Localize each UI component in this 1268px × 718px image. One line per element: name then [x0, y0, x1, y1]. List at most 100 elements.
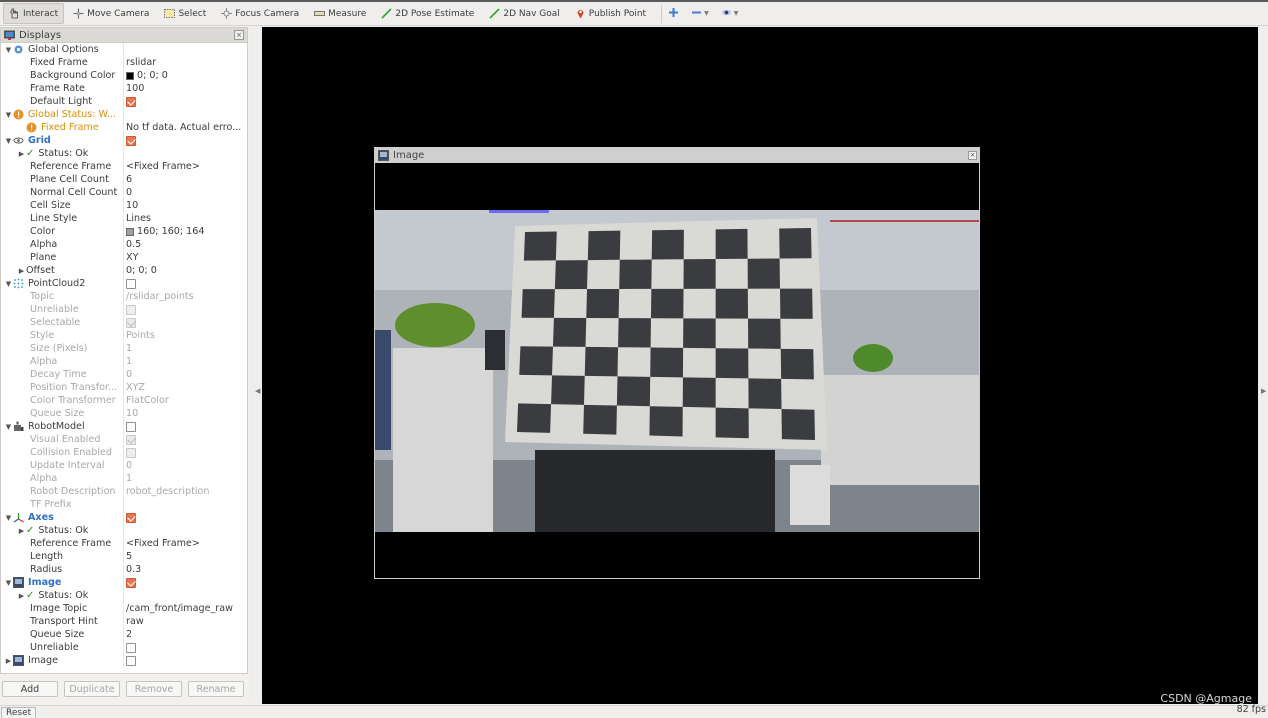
property-row[interactable]: Image Topic/cam_front/image_raw: [1, 602, 247, 615]
dropdown-arrow-icon[interactable]: ▼: [734, 10, 739, 17]
property-row[interactable]: Normal Cell Count 0: [1, 186, 247, 199]
property-row[interactable]: Visual Enabled: [1, 433, 247, 446]
property-value-cell[interactable]: [124, 421, 247, 432]
close-image-window-button[interactable]: ×: [968, 151, 977, 160]
property-row[interactable]: Queue Size 2: [1, 628, 247, 641]
property-row[interactable]: Selectable: [1, 316, 247, 329]
property-row[interactable]: Collision Enabled: [1, 446, 247, 459]
enable-checkbox[interactable]: [126, 642, 136, 653]
rename-display-button[interactable]: Rename: [188, 681, 244, 697]
property-value-cell[interactable]: [124, 434, 247, 445]
collapse-arrow-icon[interactable]: ▼: [4, 46, 13, 54]
property-value-cell[interactable]: 5: [124, 551, 247, 562]
property-row[interactable]: Fixed Frame No tf data. Actual erro...: [1, 121, 247, 134]
property-value-cell[interactable]: XY: [124, 252, 247, 263]
expand-arrow-icon[interactable]: ▶: [4, 657, 13, 665]
property-value-cell[interactable]: [124, 655, 247, 666]
close-panel-button[interactable]: ×: [234, 30, 244, 40]
property-value-cell[interactable]: [124, 447, 247, 458]
property-value-cell[interactable]: 1: [124, 343, 247, 354]
display-item[interactable]: ▼ Global Options: [1, 43, 247, 56]
property-value-cell[interactable]: 10: [124, 408, 247, 419]
tool-interact[interactable]: Interact: [3, 3, 65, 24]
collapse-right-icon[interactable]: ▶: [1261, 387, 1266, 395]
tool-2d-nav-goal[interactable]: 2D Nav Goal: [483, 3, 565, 24]
property-row[interactable]: ▶ ✓ Status: Ok: [1, 147, 247, 160]
property-row[interactable]: Position Transfor... XYZ: [1, 381, 247, 394]
property-value-cell[interactable]: FlatColor: [124, 395, 247, 406]
property-row[interactable]: Topic/rslidar_points: [1, 290, 247, 303]
property-row[interactable]: Length 5: [1, 550, 247, 563]
right-splitter[interactable]: ▶: [1258, 27, 1268, 703]
tool-measure[interactable]: Measure: [308, 3, 372, 24]
view-options-button[interactable]: ▼: [721, 7, 739, 21]
property-value-cell[interactable]: 0: [124, 369, 247, 380]
property-value-cell[interactable]: 10: [124, 200, 247, 211]
property-row[interactable]: Transport Hint raw: [1, 615, 247, 628]
property-value-cell[interactable]: [124, 135, 247, 146]
enable-checkbox[interactable]: [126, 317, 136, 328]
property-value-cell[interactable]: 1: [124, 473, 247, 484]
property-value-cell[interactable]: 100: [124, 83, 247, 94]
property-row[interactable]: Alpha 1: [1, 355, 247, 368]
enable-checkbox[interactable]: [126, 421, 136, 432]
reset-button[interactable]: Reset: [1, 707, 37, 718]
property-row[interactable]: Line Style Lines: [1, 212, 247, 225]
property-row[interactable]: Reference Frame <Fixed Frame>: [1, 537, 247, 550]
tool-2d-pose-estimate[interactable]: 2D Pose Estimate: [375, 3, 480, 24]
expand-arrow-icon[interactable]: ▶: [17, 527, 26, 535]
expand-arrow-icon[interactable]: ▶: [17, 592, 26, 600]
property-row[interactable]: Unreliable: [1, 303, 247, 316]
property-row[interactable]: Alpha 0.5: [1, 238, 247, 251]
property-value-cell[interactable]: /cam_front/image_raw: [124, 603, 247, 614]
collapse-arrow-icon[interactable]: ▼: [4, 514, 13, 522]
property-value-cell[interactable]: [124, 317, 247, 328]
display-item[interactable]: ▼ RobotModel: [1, 420, 247, 433]
image-window-titlebar[interactable]: Image ×: [375, 148, 979, 163]
property-value-cell[interactable]: 0.3: [124, 564, 247, 575]
property-value-cell[interactable]: robot_description: [124, 486, 247, 497]
enable-checkbox[interactable]: [126, 278, 136, 289]
collapse-left-icon[interactable]: ◀: [255, 387, 260, 395]
property-value-cell[interactable]: [124, 577, 247, 588]
property-value-cell[interactable]: 2: [124, 629, 247, 640]
display-item[interactable]: ▼ Image: [1, 576, 247, 589]
property-value-cell[interactable]: raw: [124, 616, 247, 627]
tool-move-camera[interactable]: Move Camera: [67, 3, 155, 24]
property-value-cell[interactable]: <Fixed Frame>: [124, 161, 247, 172]
property-row[interactable]: Cell Size 10: [1, 199, 247, 212]
property-row[interactable]: Default Light: [1, 95, 247, 108]
expand-arrow-icon[interactable]: ▶: [17, 150, 26, 158]
property-value-cell[interactable]: [124, 642, 247, 653]
property-row[interactable]: Alpha 1: [1, 472, 247, 485]
property-value-cell[interactable]: XYZ: [124, 382, 247, 393]
property-row[interactable]: Radius 0.3: [1, 563, 247, 576]
property-value-cell[interactable]: 1: [124, 356, 247, 367]
property-row[interactable]: ▶ ✓ Status: Ok: [1, 524, 247, 537]
collapse-arrow-icon[interactable]: ▼: [4, 280, 13, 288]
property-row[interactable]: Queue Size 10: [1, 407, 247, 420]
property-value-cell[interactable]: [124, 278, 247, 289]
enable-checkbox[interactable]: [126, 135, 136, 146]
property-row[interactable]: Plane Cell Count 6: [1, 173, 247, 186]
tool-focus-camera[interactable]: Focus Camera: [215, 3, 305, 24]
collapse-arrow-icon[interactable]: ▼: [4, 111, 13, 119]
property-value-cell[interactable]: <Fixed Frame>: [124, 538, 247, 549]
collapse-arrow-icon[interactable]: ▼: [4, 137, 13, 145]
property-value-cell[interactable]: Points: [124, 330, 247, 341]
property-row[interactable]: Unreliable: [1, 641, 247, 654]
property-row[interactable]: ▶ ✓ Status: Ok: [1, 589, 247, 602]
enable-checkbox[interactable]: [126, 304, 136, 315]
enable-checkbox[interactable]: [126, 577, 136, 588]
property-row[interactable]: Background Color 0; 0; 0: [1, 69, 247, 82]
property-row[interactable]: Style Points: [1, 329, 247, 342]
property-value-cell[interactable]: 0; 0; 0: [124, 265, 247, 276]
property-value-cell[interactable]: rslidar: [124, 57, 247, 68]
property-value-cell[interactable]: [124, 512, 247, 523]
remove-display-button[interactable]: Remove: [126, 681, 182, 697]
property-value-cell[interactable]: 0; 0; 0: [124, 70, 247, 81]
property-row[interactable]: Size (Pixels) 1: [1, 342, 247, 355]
property-row[interactable]: TF Prefix: [1, 498, 247, 511]
property-value-cell[interactable]: 0: [124, 187, 247, 198]
display-item[interactable]: ▼ Axes: [1, 511, 247, 524]
